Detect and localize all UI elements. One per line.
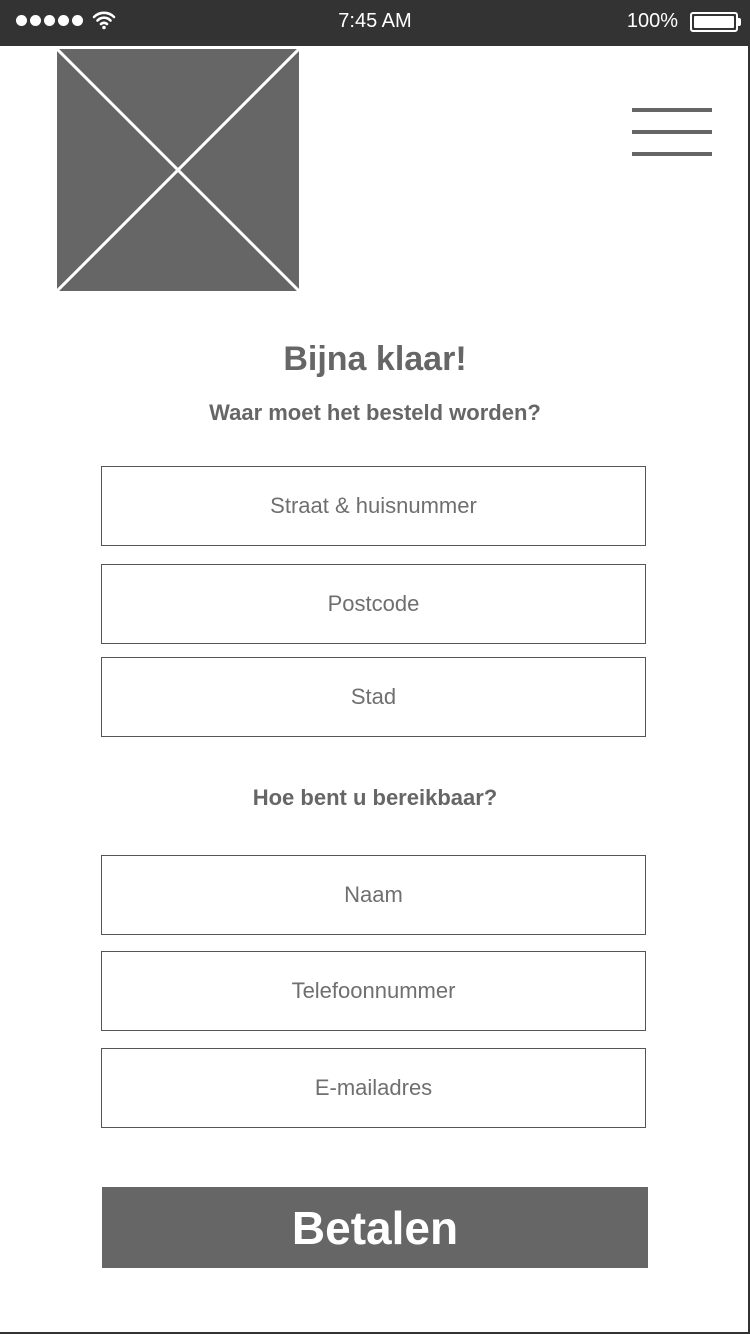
address-heading: Waar moet het besteld worden? [209,400,541,425]
name-input[interactable] [101,855,646,935]
pay-button[interactable]: Betalen [102,1187,648,1268]
postcode-input[interactable] [101,564,646,644]
email-input[interactable] [101,1048,646,1128]
image-placeholder-icon [55,47,301,293]
contact-heading: Hoe bent u bereikbaar? [252,785,498,810]
street-input[interactable] [101,466,646,546]
status-bar: 7:45 AM 100% [0,0,750,46]
city-input[interactable] [101,657,646,737]
battery-percent: 100% [626,10,678,32]
hamburger-menu-icon[interactable] [632,108,712,156]
page-title: Bijna klaar! [283,340,467,378]
battery-fill [694,16,734,28]
phone-input[interactable] [101,951,646,1031]
battery-icon [690,12,741,32]
